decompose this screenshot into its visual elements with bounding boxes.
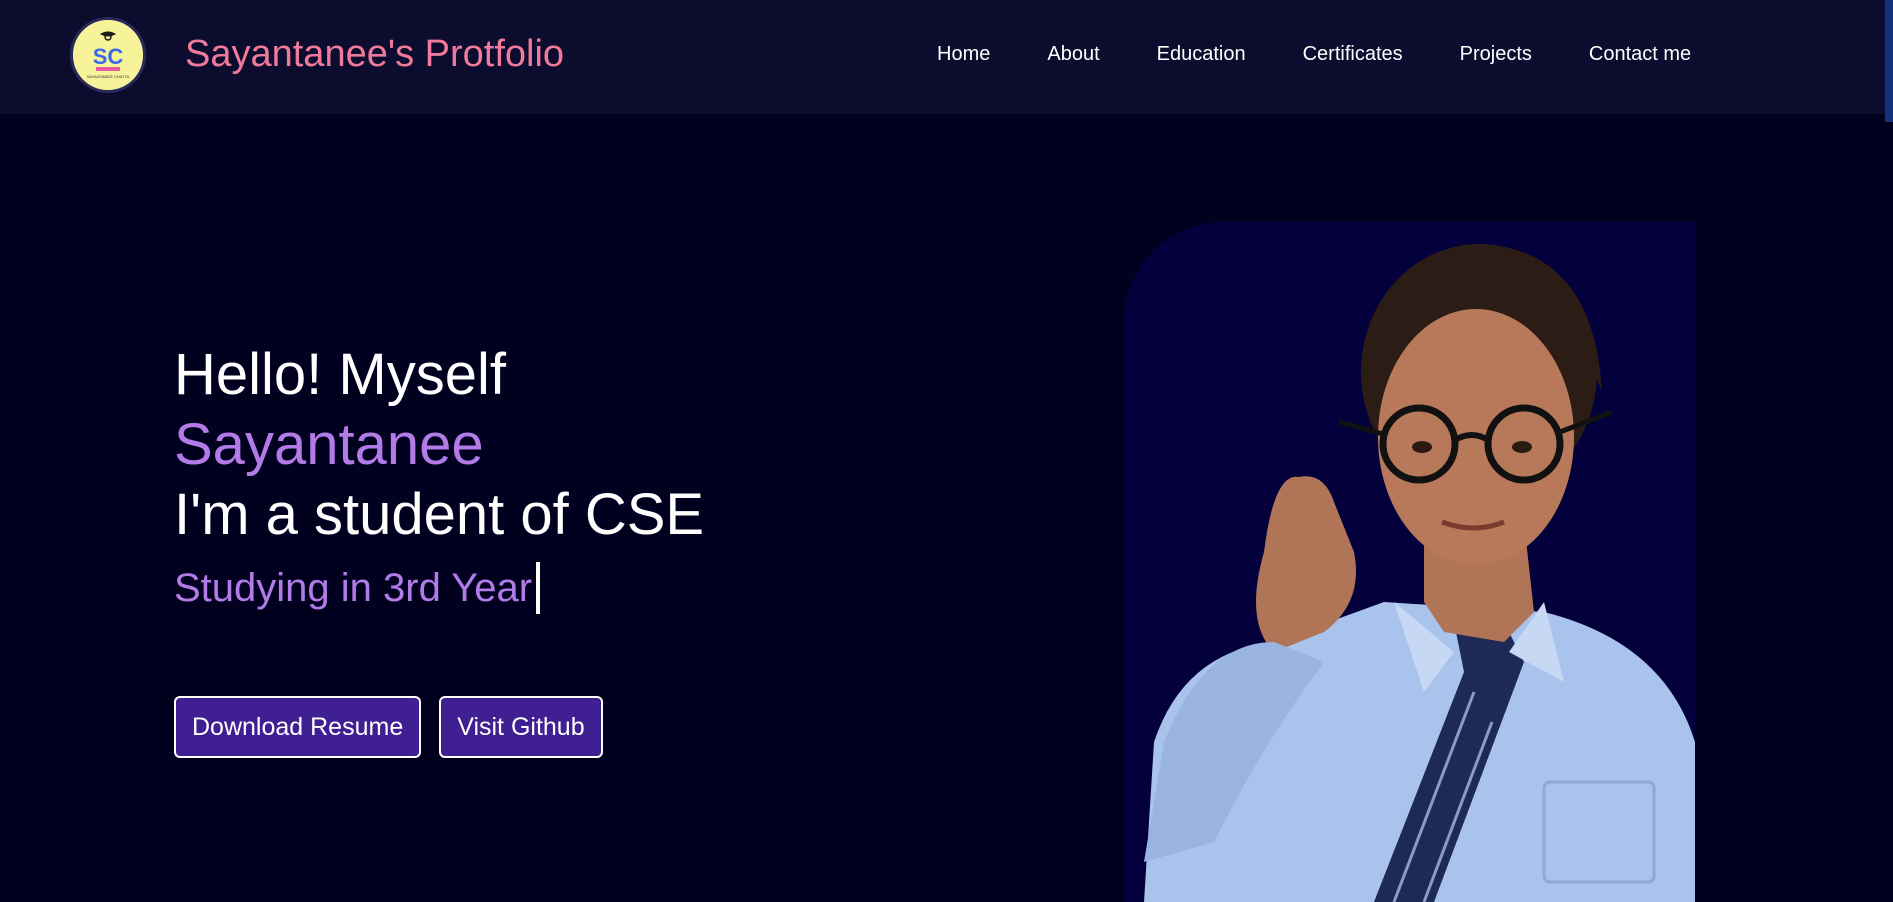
logo-icon: SC SAYANTANEE CHATTA bbox=[73, 20, 143, 90]
eye-left bbox=[1412, 441, 1432, 453]
hero-typed-text: Studying in 3rd Year bbox=[174, 566, 533, 610]
nav-home[interactable]: Home bbox=[937, 42, 990, 66]
eye-right bbox=[1512, 441, 1532, 453]
main-nav: Home About Education Certificates Projec… bbox=[937, 42, 1691, 66]
typing-cursor bbox=[536, 562, 541, 614]
brand-title[interactable]: Sayantanee's Protfolio bbox=[185, 32, 564, 76]
visit-github-button[interactable]: Visit Github bbox=[439, 696, 603, 758]
download-resume-button[interactable]: Download Resume bbox=[174, 696, 422, 758]
nav-contact[interactable]: Contact me bbox=[1589, 42, 1691, 66]
navbar: SC SAYANTANEE CHATTA Sayantanee's Protfo… bbox=[0, 0, 1885, 114]
scrollbar-indicator[interactable] bbox=[1885, 0, 1893, 122]
hero-buttons: Download Resume Visit Github bbox=[174, 696, 603, 758]
profile-photo-illustration bbox=[1144, 244, 1695, 902]
nav-about[interactable]: About bbox=[1047, 42, 1099, 66]
hero-typed-line: Studying in 3rd Year bbox=[174, 562, 974, 614]
logo-caption: SAYANTANEE CHATTA bbox=[87, 74, 130, 79]
hero-tagline: I'm a student of CSE bbox=[174, 482, 705, 547]
hero-greeting: Hello! Myself bbox=[174, 342, 506, 407]
nav-education[interactable]: Education bbox=[1157, 42, 1246, 66]
nav-certificates[interactable]: Certificates bbox=[1303, 42, 1403, 66]
logo-bar bbox=[96, 67, 120, 71]
hero-name: Sayantanee bbox=[174, 412, 484, 477]
hero-text: Hello! Myself Sayantanee I'm a student o… bbox=[174, 340, 974, 614]
profile-photo bbox=[1124, 222, 1695, 902]
nav-projects[interactable]: Projects bbox=[1460, 42, 1532, 66]
logo-initials: SC bbox=[93, 44, 124, 69]
logo[interactable]: SC SAYANTANEE CHATTA bbox=[70, 17, 146, 93]
